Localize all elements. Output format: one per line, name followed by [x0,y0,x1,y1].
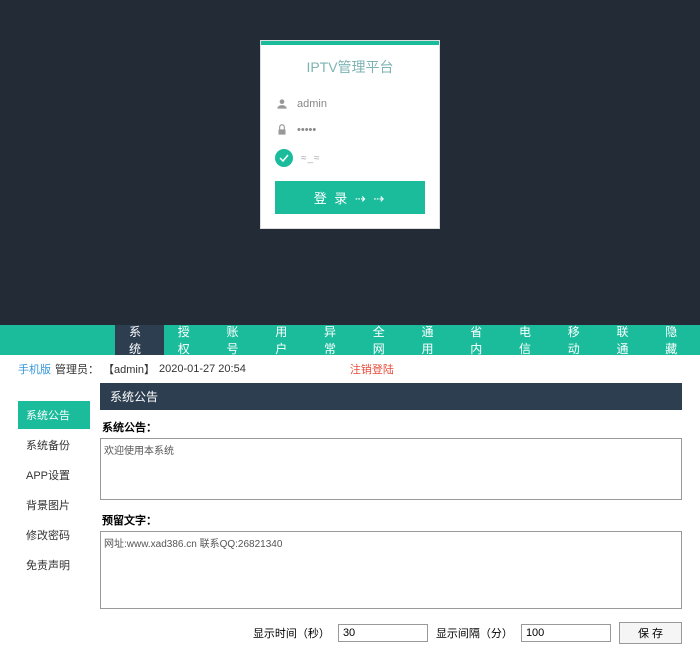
username-row [261,91,439,117]
admin-user: 【admin】 [103,361,155,377]
logout-link[interactable]: 注销登陆 [350,361,394,377]
announce-group: 系统公告： [100,416,682,503]
announce-textarea[interactable] [100,438,682,500]
sidebar-item-app[interactable]: APP设置 [18,461,90,489]
nav-system[interactable]: 系统 [115,325,164,355]
time-input[interactable] [338,624,428,642]
sidebar-item-pwd[interactable]: 修改密码 [18,521,90,549]
password-input[interactable] [297,124,425,136]
captcha-row: ≈_≈ [261,143,439,173]
username-input[interactable] [297,98,425,110]
captcha-text: ≈_≈ [301,153,321,164]
sub-bar: 手机版 管理员： 【admin】 2020-01-27 20:54 注销登陆 [0,355,700,383]
admin-label: 管理员： [55,361,99,377]
sidebar-item-bg[interactable]: 背景图片 [18,491,90,519]
login-button[interactable]: 登 录 ⇢ ⇢ [275,181,425,214]
login-box: IPTV管理平台 ≈_≈ 登 录 ⇢ ⇢ [260,40,440,229]
nav-unicom[interactable]: 联通 [603,325,652,355]
interval-input[interactable] [521,624,611,642]
nav-hidden[interactable]: 隐藏 [651,325,700,355]
nav-mobile[interactable]: 移动 [554,325,603,355]
login-background: IPTV管理平台 ≈_≈ 登 录 ⇢ ⇢ [0,0,700,325]
sidebar: 系统公告 系统备份 APP设置 背景图片 修改密码 免责声明 [18,383,90,644]
reserve-textarea[interactable] [100,531,682,609]
nav-user[interactable]: 用户 [261,325,310,355]
nav-auth[interactable]: 授权 [164,325,213,355]
sidebar-item-disclaimer[interactable]: 免责声明 [18,551,90,579]
user-icon [275,97,289,111]
panel-header: 系统公告 [100,383,682,410]
datetime: 2020-01-27 20:54 [159,363,246,375]
sidebar-item-backup[interactable]: 系统备份 [18,431,90,459]
sidebar-item-announce[interactable]: 系统公告 [18,401,90,429]
admin-panel: 系统 授权 账号 用户 异常 全网 通用 省内 电信 移动 联通 隐藏 手机版 … [0,325,700,664]
password-row [261,117,439,143]
content-area: 系统公告 系统备份 APP设置 背景图片 修改密码 免责声明 系统公告 系统公告… [0,383,700,664]
time-label: 显示时间（秒） [253,625,330,641]
interval-label: 显示间隔（分） [436,625,513,641]
save-button[interactable]: 保 存 [619,622,682,644]
main-panel: 系统公告 系统公告： 预留文字： 显示时间（秒） 显示间隔（分） 保 存 [100,383,682,644]
nav-general[interactable]: 通用 [408,325,457,355]
bottom-row: 显示时间（秒） 显示间隔（分） 保 存 [100,622,682,644]
login-title: IPTV管理平台 [261,45,439,91]
nav-telecom[interactable]: 电信 [505,325,554,355]
mobile-link[interactable]: 手机版 [18,361,51,377]
reserve-label: 预留文字： [100,509,682,531]
nav-account[interactable]: 账号 [213,325,262,355]
lock-icon [275,123,289,137]
announce-label: 系统公告： [100,416,682,438]
nav-exception[interactable]: 异常 [310,325,359,355]
nav-province[interactable]: 省内 [456,325,505,355]
top-nav: 系统 授权 账号 用户 异常 全网 通用 省内 电信 移动 联通 隐藏 [0,325,700,355]
captcha-circle-icon [275,149,293,167]
nav-allnet[interactable]: 全网 [359,325,408,355]
reserve-group: 预留文字： [100,509,682,612]
